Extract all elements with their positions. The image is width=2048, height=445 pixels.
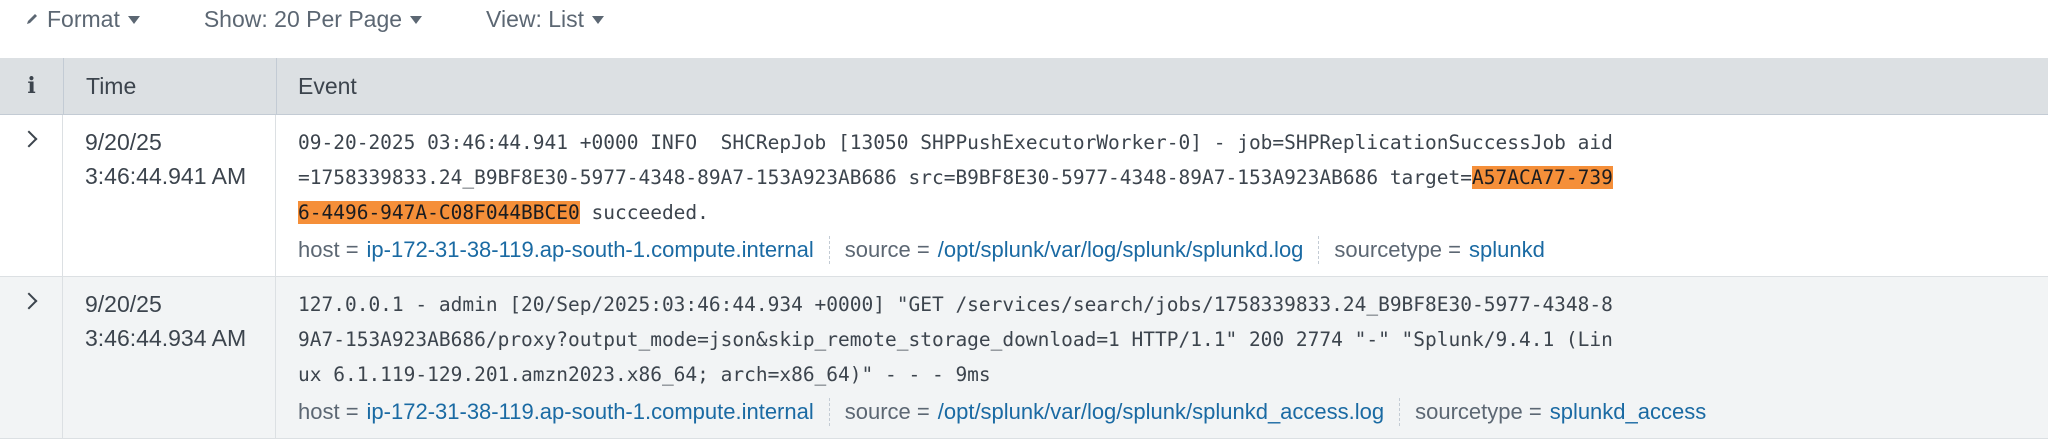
page-size-label: Show: 20 Per Page bbox=[203, 5, 403, 32]
format-label: Format bbox=[47, 5, 120, 32]
source-value[interactable]: /opt/splunk/var/log/splunk/splunkd.log bbox=[938, 237, 1304, 263]
sourcetype-field: sourcetype = splunkd_access bbox=[1415, 399, 1706, 425]
event-row: 9/20/25 3:46:44.941 AM 09-20-2025 03:46:… bbox=[0, 115, 2048, 277]
table-header: i Time Event bbox=[0, 58, 2048, 115]
event-body: 127.0.0.1 - admin [20/Sep/2025:03:46:44.… bbox=[276, 277, 2048, 438]
time-column-header[interactable]: Time bbox=[64, 58, 277, 114]
caret-down-icon bbox=[410, 16, 423, 24]
field-key: host = bbox=[298, 399, 359, 424]
raw-text-segment: succeeded. bbox=[579, 201, 709, 224]
field-key: source = bbox=[844, 237, 930, 262]
view-menu-button[interactable]: View: List bbox=[486, 5, 605, 32]
field-divider bbox=[828, 236, 830, 264]
event-raw-text[interactable]: 127.0.0.1 - admin [20/Sep/2025:03:46:44.… bbox=[298, 287, 1616, 392]
events-table: i Time Event 9/20/25 3:46:44.941 AM 09-2… bbox=[0, 58, 2048, 439]
host-value[interactable]: ip-172-31-38-119.ap-south-1.compute.inte… bbox=[367, 237, 814, 263]
sourcetype-field: sourcetype = splunkd bbox=[1334, 237, 1544, 263]
field-key: sourcetype = bbox=[1334, 237, 1461, 262]
source-value[interactable]: /opt/splunk/var/log/splunk/splunkd_acces… bbox=[938, 399, 1384, 425]
results-toolbar: Format Show: 20 Per Page View: List bbox=[0, 0, 2048, 58]
event-column-header: Event bbox=[298, 72, 357, 99]
chevron-right-icon bbox=[20, 130, 38, 148]
field-key: source = bbox=[844, 399, 930, 424]
page-size-menu-button[interactable]: Show: 20 Per Page bbox=[203, 5, 423, 32]
chevron-right-icon bbox=[20, 292, 38, 310]
event-time: 9/20/25 3:46:44.941 AM bbox=[63, 115, 276, 276]
field-divider bbox=[1399, 398, 1401, 426]
field-key: host = bbox=[298, 237, 359, 262]
event-date: 9/20/25 bbox=[85, 129, 162, 155]
event-date: 9/20/25 bbox=[85, 291, 162, 317]
source-field: source = /opt/splunk/var/log/splunk/splu… bbox=[845, 399, 1384, 425]
host-value[interactable]: ip-172-31-38-119.ap-south-1.compute.inte… bbox=[367, 399, 814, 425]
event-row: 9/20/25 3:46:44.934 AM 127.0.0.1 - admin… bbox=[0, 277, 2048, 439]
format-menu-button[interactable]: Format bbox=[25, 6, 140, 32]
raw-text-segment: 09-20-2025 03:46:44.941 +0000 INFO SHCRe… bbox=[298, 131, 1613, 189]
info-column-header[interactable]: i bbox=[0, 58, 64, 114]
event-fields: host = ip-172-31-38-119.ap-south-1.compu… bbox=[298, 396, 2028, 428]
event-timestamp: 3:46:44.934 AM bbox=[85, 325, 247, 351]
sourcetype-value[interactable]: splunkd bbox=[1469, 237, 1545, 263]
event-raw-text[interactable]: 09-20-2025 03:46:44.941 +0000 INFO SHCRe… bbox=[298, 125, 1616, 230]
expand-event-button[interactable] bbox=[0, 277, 63, 438]
sourcetype-value[interactable]: splunkd_access bbox=[1550, 399, 1707, 425]
field-divider bbox=[828, 398, 830, 426]
event-fields: host = ip-172-31-38-119.ap-south-1.compu… bbox=[298, 234, 2028, 266]
expand-event-button[interactable] bbox=[0, 115, 63, 276]
caret-down-icon bbox=[592, 16, 605, 24]
pencil-icon bbox=[27, 14, 37, 24]
host-field: host = ip-172-31-38-119.ap-south-1.compu… bbox=[298, 399, 814, 425]
source-field: source = /opt/splunk/var/log/splunk/splu… bbox=[845, 237, 1304, 263]
event-timestamp: 3:46:44.941 AM bbox=[85, 163, 247, 189]
caret-down-icon bbox=[127, 16, 140, 24]
event-time: 9/20/25 3:46:44.934 AM bbox=[63, 277, 276, 438]
field-divider bbox=[1318, 236, 1320, 264]
event-body: 09-20-2025 03:46:44.941 +0000 INFO SHCRe… bbox=[276, 115, 2048, 276]
host-field: host = ip-172-31-38-119.ap-south-1.compu… bbox=[298, 237, 814, 263]
field-key: sourcetype = bbox=[1415, 399, 1542, 424]
view-label: View: List bbox=[486, 5, 585, 32]
